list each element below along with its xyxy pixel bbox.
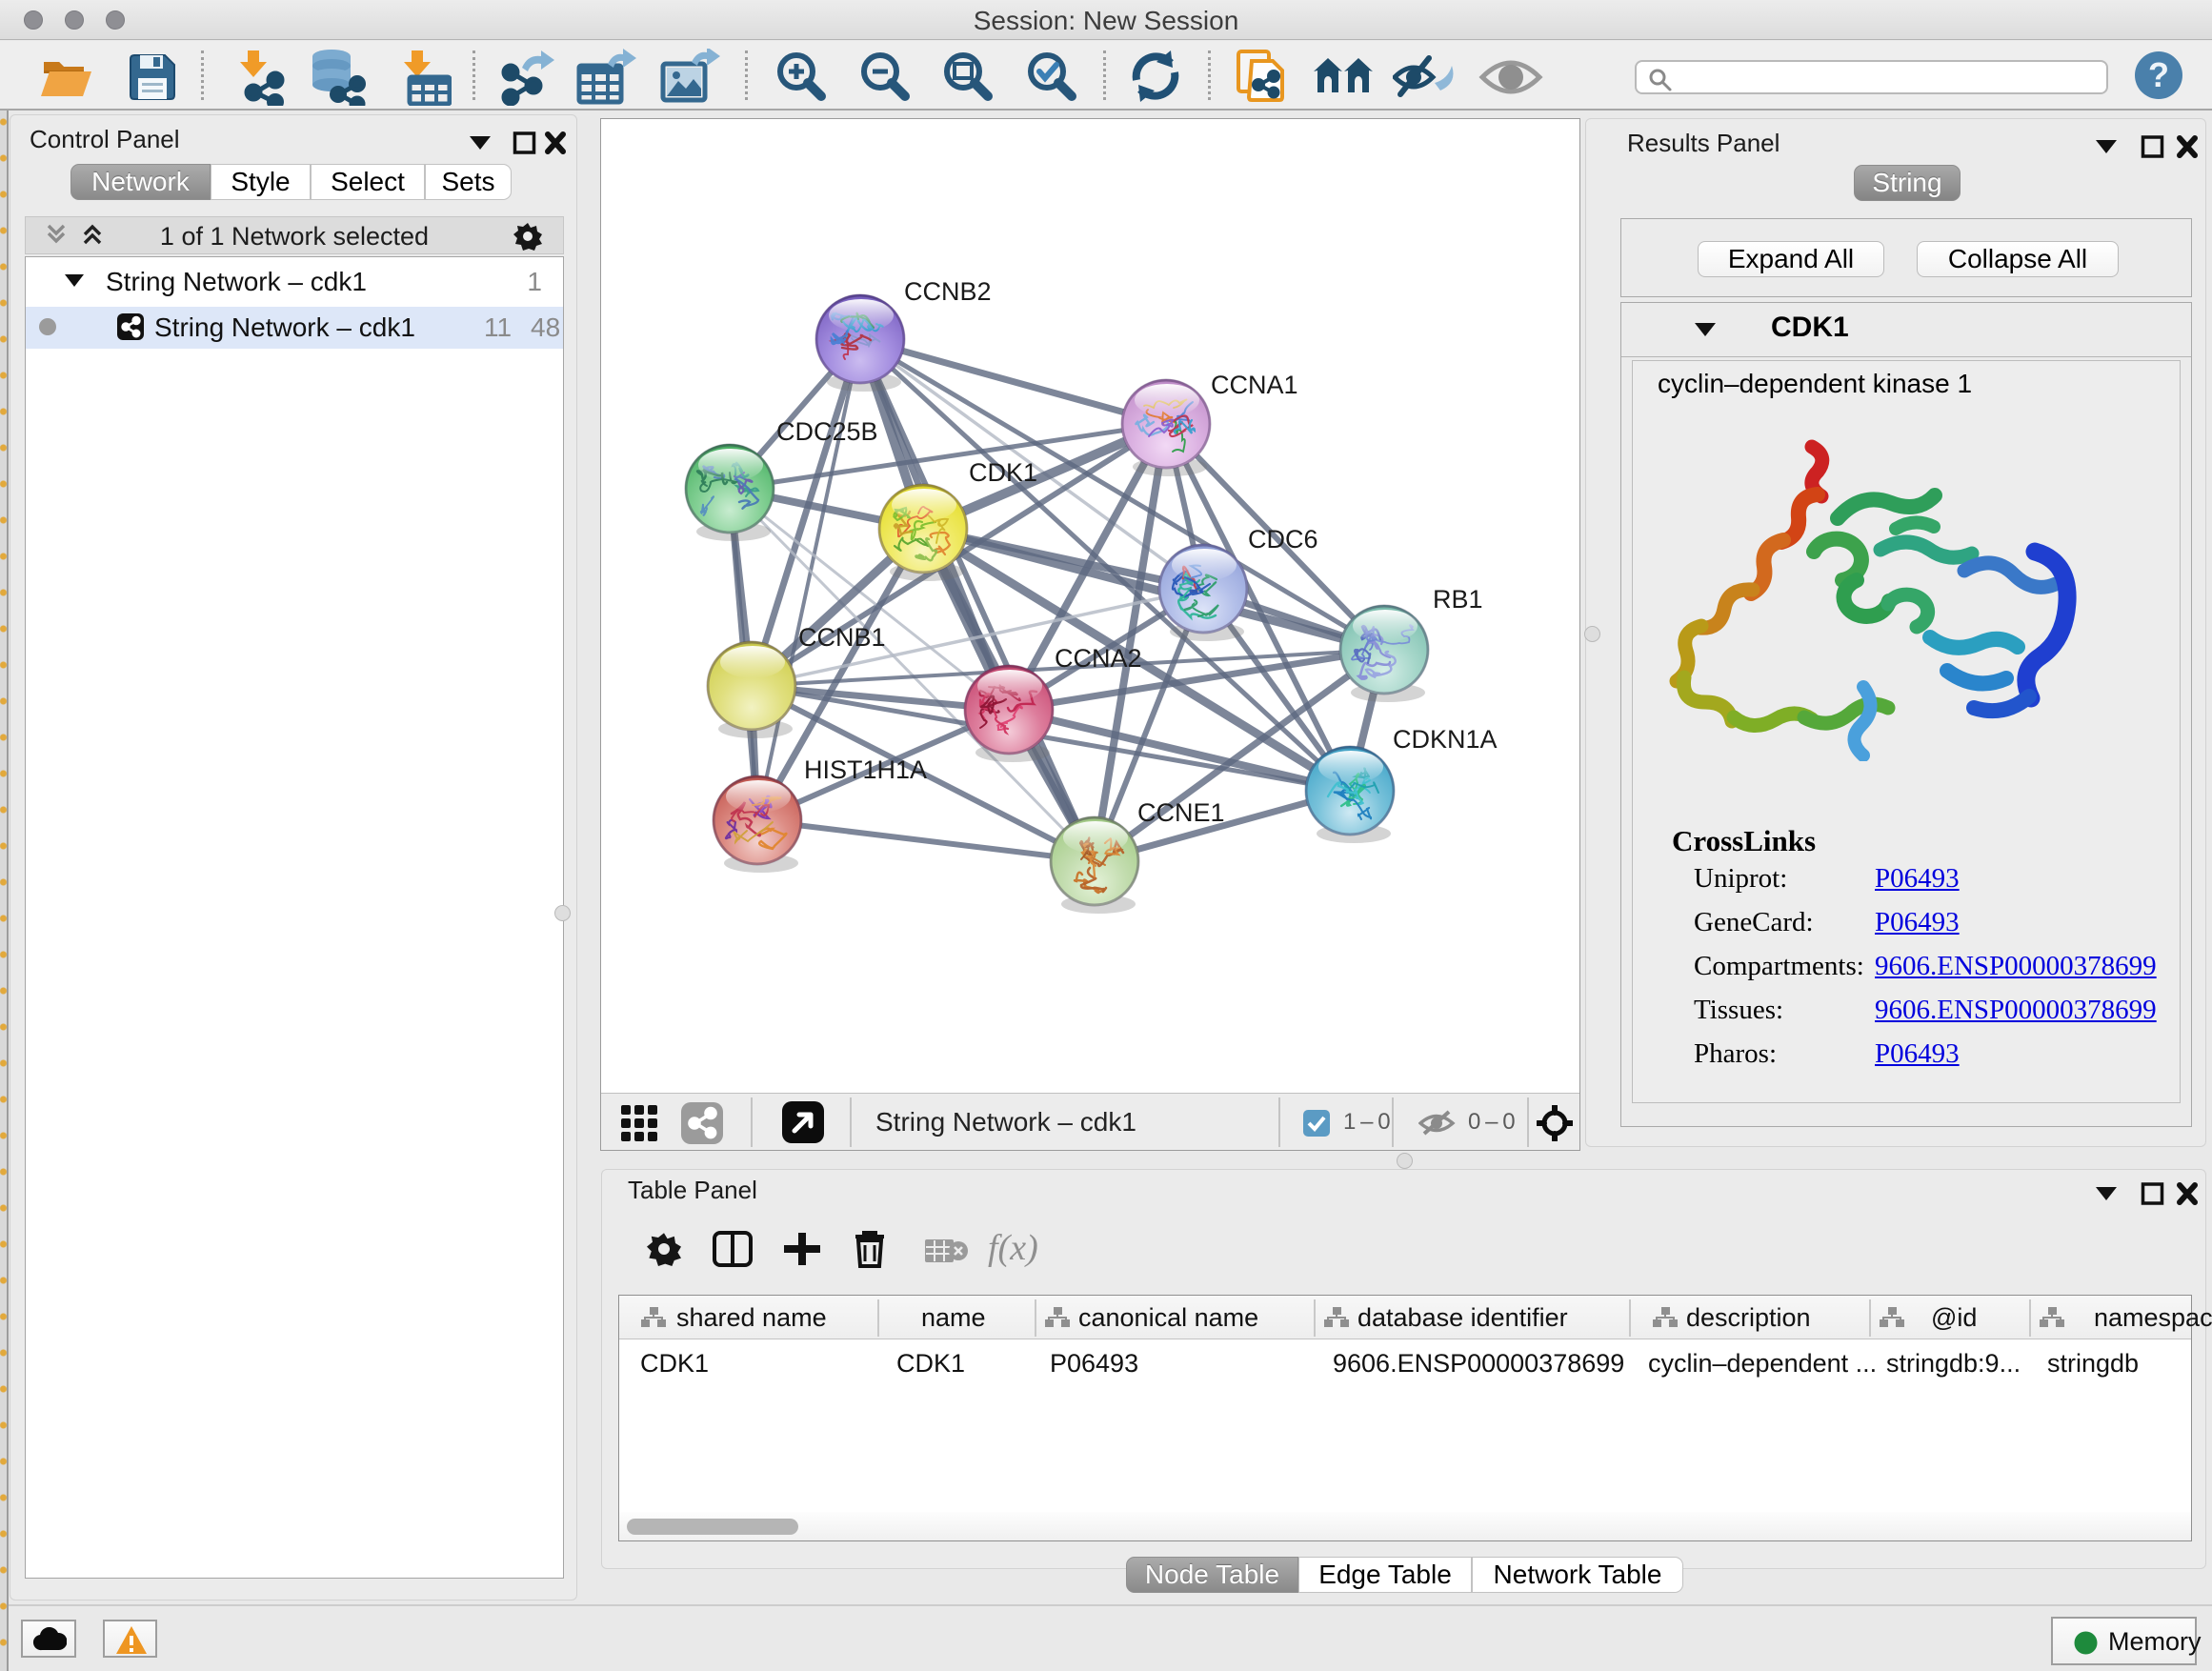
svg-text:CDKN1A: CDKN1A (1393, 725, 1498, 754)
svg-text:CCNB1: CCNB1 (798, 623, 886, 652)
svg-text:CDC6: CDC6 (1248, 525, 1318, 554)
svg-text:CCNB2: CCNB2 (904, 277, 992, 306)
svg-text:CCNA2: CCNA2 (1055, 644, 1142, 673)
svg-text:CCNA1: CCNA1 (1211, 371, 1298, 399)
svg-text:RB1: RB1 (1433, 585, 1483, 614)
svg-text:CDK1: CDK1 (969, 458, 1037, 487)
svg-text:?: ? (2148, 55, 2169, 94)
svg-text:CDC25B: CDC25B (776, 417, 878, 446)
svg-text:CCNE1: CCNE1 (1137, 798, 1225, 827)
svg-text:HIST1H1A: HIST1H1A (804, 755, 927, 784)
